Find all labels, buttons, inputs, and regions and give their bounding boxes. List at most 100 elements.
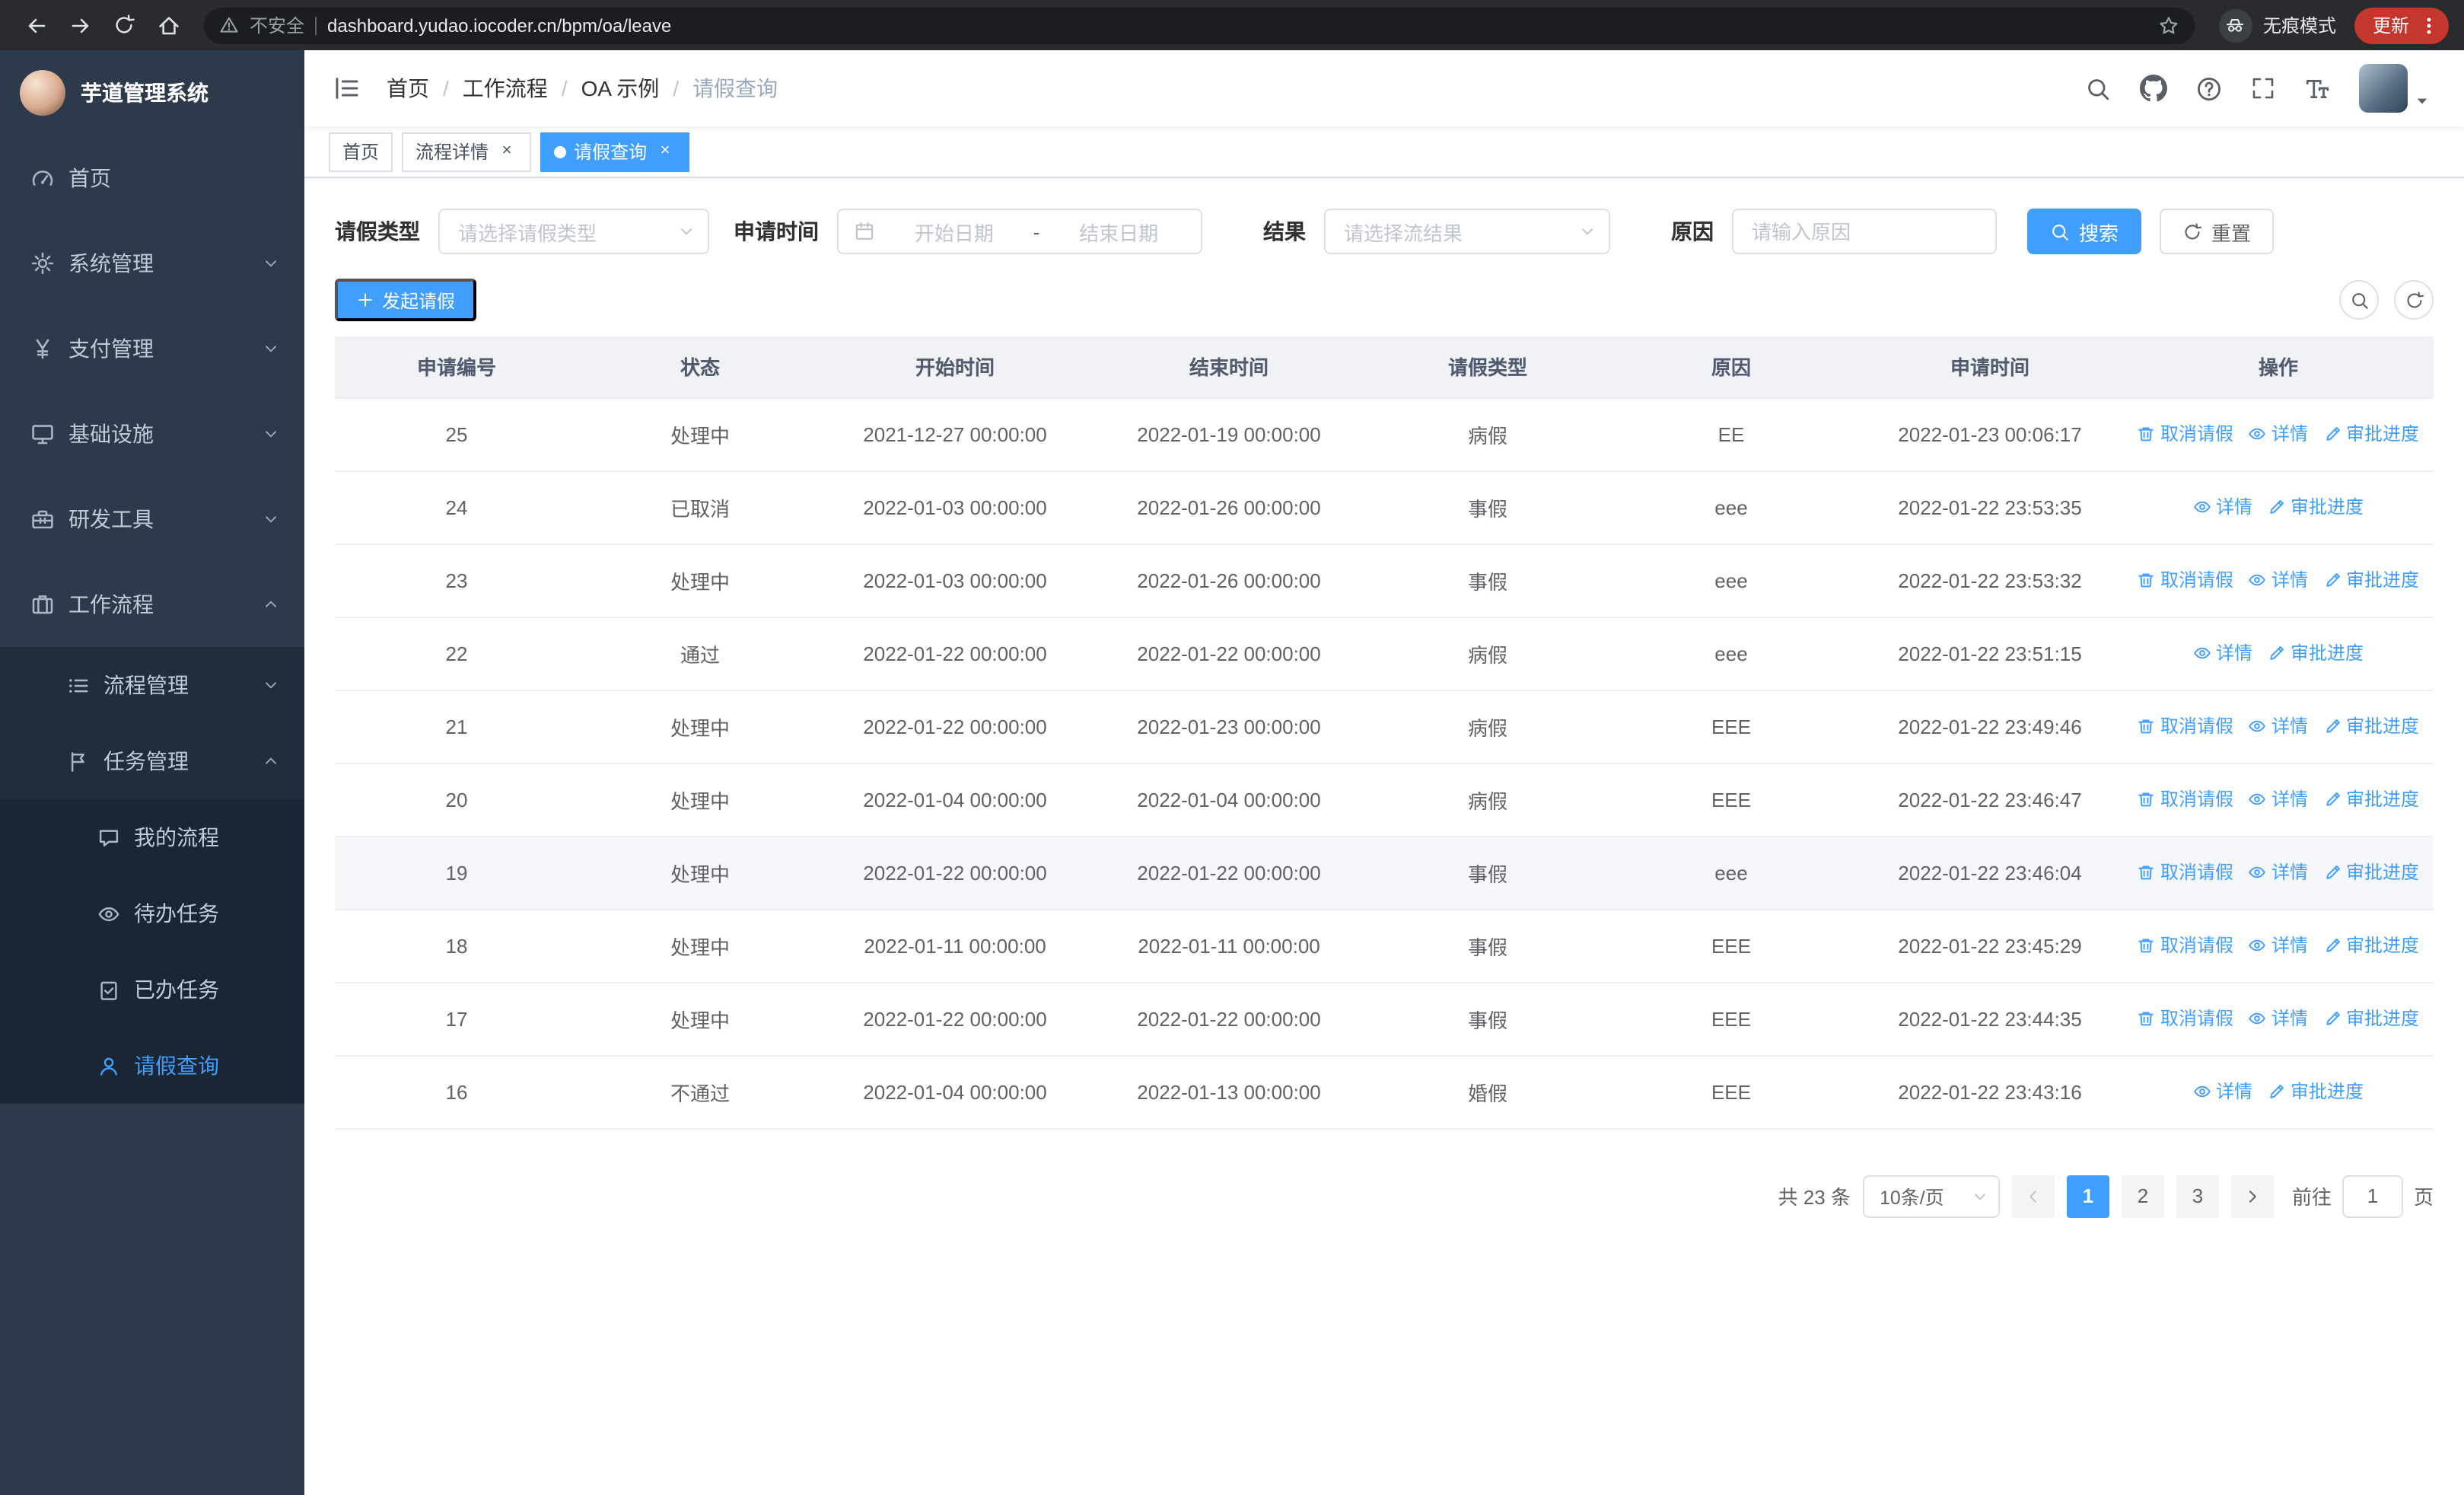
action-cancel[interactable]: 取消请假 (2138, 859, 2233, 885)
action-detail[interactable]: 详情 (2193, 640, 2252, 666)
table-row[interactable]: 17 处理中 2022-01-22 00:00:00 2022-01-22 00… (335, 982, 2434, 1056)
pager-number[interactable]: 3 (2176, 1175, 2219, 1217)
reset-button[interactable]: 重置 (2160, 209, 2275, 254)
chevron-left-icon (2024, 1187, 2042, 1205)
app-logo-row[interactable]: 芋道管理系统 (0, 50, 304, 135)
result-select[interactable]: 请选择流结果 (1324, 209, 1610, 254)
pen-icon (2323, 717, 2341, 735)
github-link[interactable] (2140, 75, 2167, 102)
action-progress[interactable]: 审批进度 (2323, 786, 2419, 812)
action-cancel[interactable]: 取消请假 (2138, 713, 2233, 739)
action-cancel[interactable]: 取消请假 (2138, 786, 2233, 812)
action-detail[interactable]: 详情 (2249, 1006, 2308, 1031)
sidebar-item-workflow[interactable]: 工作流程 (0, 562, 304, 647)
sidebar-item-todo-tasks[interactable]: 待办任务 (0, 875, 304, 952)
eye-icon (2249, 863, 2267, 881)
fullscreen-button[interactable] (2251, 76, 2275, 100)
goto-page-input[interactable] (2341, 1175, 2403, 1217)
cell-start-time: 2022-01-22 00:00:00 (863, 1007, 1047, 1030)
breadcrumb-item[interactable]: OA 示例 (581, 73, 660, 104)
tab-leave-query[interactable]: 请假查询 × (540, 132, 690, 171)
table-row[interactable]: 22 通过 2022-01-22 00:00:00 2022-01-22 00:… (335, 617, 2434, 690)
action-progress[interactable]: 审批进度 (2323, 713, 2419, 739)
sidebar-item-leave-query[interactable]: 请假查询 (0, 1028, 304, 1104)
action-progress[interactable]: 审批进度 (2323, 421, 2419, 447)
action-progress[interactable]: 审批进度 (2268, 640, 2364, 666)
address-bar[interactable]: 不安全 dashboard.yudao.iocoder.cn/bpm/oa/le… (204, 7, 2195, 43)
browser-menu-kebab-icon[interactable] (2418, 14, 2440, 36)
leave-type-select[interactable]: 请选择请假类型 (438, 209, 709, 254)
goto-prefix-label: 前往 (2291, 1186, 2332, 1209)
header-search-button[interactable] (2085, 75, 2111, 101)
apply-time-range-picker[interactable]: 开始日期 - 结束日期 (837, 209, 1202, 254)
action-cancel[interactable]: 取消请假 (2138, 932, 2233, 958)
sidebar-item-infrastructure[interactable]: 基础设施 (0, 391, 304, 477)
action-detail[interactable]: 详情 (2249, 421, 2308, 447)
sidebar-toggle-button[interactable] (323, 64, 371, 113)
cell-leave-type: 病假 (1467, 789, 1507, 812)
sidebar-item-system-mgmt[interactable]: 系统管理 (0, 221, 304, 306)
browser-home-button[interactable] (148, 5, 189, 46)
browser-reload-button[interactable] (103, 5, 145, 46)
sidebar-item-my-process[interactable]: 我的流程 (0, 799, 304, 875)
sidebar-item-process-mgmt[interactable]: 流程管理 (0, 647, 304, 723)
table-row[interactable]: 21 处理中 2022-01-22 00:00:00 2022-01-23 00… (335, 690, 2434, 763)
search-button[interactable]: 搜索 (2027, 209, 2142, 254)
next-page-button[interactable] (2230, 1175, 2274, 1217)
sidebar-item-payment-mgmt[interactable]: 支付管理 (0, 306, 304, 391)
browser-update-button[interactable]: 更新 (2354, 7, 2449, 43)
browser-back-button[interactable] (15, 5, 56, 46)
table-row[interactable]: 16 不通过 2022-01-04 00:00:00 2022-01-13 00… (335, 1055, 2434, 1129)
action-progress[interactable]: 审批进度 (2323, 932, 2419, 958)
table-row[interactable]: 24 已取消 2022-01-03 00:00:00 2022-01-26 00… (335, 470, 2434, 544)
page-size-select[interactable]: 10条/页 (1862, 1175, 2000, 1217)
sidebar-item-home[interactable]: 首页 (0, 135, 304, 221)
action-progress[interactable]: 审批进度 (2323, 859, 2419, 885)
create-leave-button[interactable]: 发起请假 (335, 279, 477, 321)
sidebar-item-dev-tools[interactable]: 研发工具 (0, 477, 304, 562)
row-actions: 取消请假 详情 审批进度 (2138, 786, 2419, 812)
bookmark-star-icon[interactable] (2158, 14, 2179, 36)
sidebar-item-task-mgmt[interactable]: 任务管理 (0, 723, 304, 799)
prev-page-button[interactable] (2011, 1175, 2055, 1217)
action-progress[interactable]: 审批进度 (2323, 1006, 2419, 1031)
action-detail[interactable]: 详情 (2249, 786, 2308, 812)
sidebar-item-done-tasks[interactable]: 已办任务 (0, 952, 304, 1028)
user-menu[interactable] (2359, 64, 2431, 113)
action-progress[interactable]: 审批进度 (2323, 567, 2419, 593)
docs-help-button[interactable] (2196, 75, 2222, 101)
action-detail[interactable]: 详情 (2249, 932, 2308, 958)
action-detail[interactable]: 详情 (2193, 494, 2252, 520)
action-progress[interactable]: 审批进度 (2268, 1079, 2364, 1105)
table-row[interactable]: 19 处理中 2022-01-22 00:00:00 2022-01-22 00… (335, 836, 2434, 910)
action-detail[interactable]: 详情 (2193, 1079, 2252, 1105)
close-icon[interactable]: × (654, 141, 676, 162)
cell-apply-time: 2022-01-22 23:46:04 (1898, 861, 2082, 884)
tab-home[interactable]: 首页 (329, 132, 393, 171)
pen-icon (2323, 790, 2341, 808)
action-cancel[interactable]: 取消请假 (2138, 567, 2233, 593)
breadcrumb-item[interactable]: 工作流程 (463, 73, 548, 104)
table-row[interactable]: 20 处理中 2022-01-04 00:00:00 2022-01-04 00… (335, 763, 2434, 837)
action-progress[interactable]: 审批进度 (2268, 494, 2364, 520)
security-warning-label[interactable]: 不安全 (250, 12, 304, 38)
font-size-button[interactable] (2304, 75, 2330, 101)
url-text[interactable]: dashboard.yudao.iocoder.cn/bpm/oa/leave (327, 14, 2147, 36)
table-row[interactable]: 23 处理中 2022-01-03 00:00:00 2022-01-26 00… (335, 543, 2434, 617)
action-detail[interactable]: 详情 (2249, 859, 2308, 885)
pager-number[interactable]: 1 (2066, 1175, 2109, 1217)
table-row[interactable]: 18 处理中 2022-01-11 00:00:00 2022-01-11 00… (335, 909, 2434, 983)
tab-process-detail[interactable]: 流程详情 × (402, 132, 532, 171)
browser-forward-button[interactable] (59, 5, 100, 46)
action-cancel[interactable]: 取消请假 (2138, 1006, 2233, 1031)
breadcrumb-item[interactable]: 首页 (387, 73, 429, 104)
table-row[interactable]: 25 处理中 2021-12-27 00:00:00 2022-01-19 00… (335, 397, 2434, 471)
action-detail[interactable]: 详情 (2249, 713, 2308, 739)
reason-input[interactable] (1732, 209, 1997, 254)
refresh-table-button[interactable] (2394, 280, 2434, 320)
action-cancel[interactable]: 取消请假 (2138, 421, 2233, 447)
toggle-search-button[interactable] (2339, 280, 2379, 320)
pager-number[interactable]: 2 (2121, 1175, 2164, 1217)
action-detail[interactable]: 详情 (2249, 567, 2308, 593)
close-icon[interactable]: × (496, 141, 517, 162)
